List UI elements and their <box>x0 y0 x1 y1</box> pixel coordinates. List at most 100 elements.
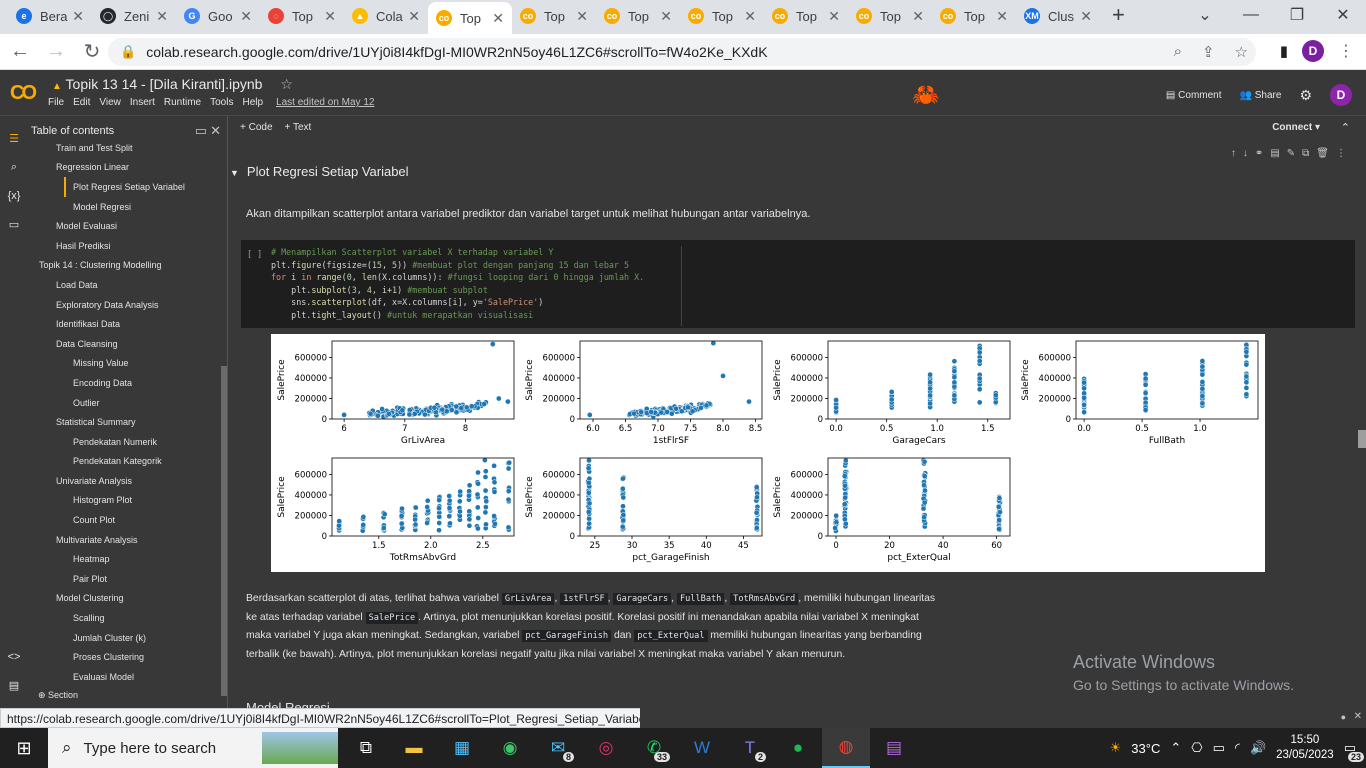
toc-scrollbar[interactable] <box>221 366 227 696</box>
toc-item[interactable]: Scalling <box>28 608 227 628</box>
delete-icon[interactable]: 🗑 <box>1316 148 1329 159</box>
browser-tab[interactable]: co Top ✕ <box>932 2 1016 30</box>
tab-close-icon[interactable]: ✕ <box>576 8 588 25</box>
browser-tab[interactable]: co Top ✕ <box>680 2 764 30</box>
menu-item-insert[interactable]: Insert <box>130 97 155 108</box>
tab-close-icon[interactable]: ✕ <box>660 8 672 25</box>
toc-item[interactable]: Plot Regresi Setiap Variabel <box>64 177 227 197</box>
tab-close-icon[interactable]: ✕ <box>72 8 84 25</box>
tab-close-icon[interactable]: ✕ <box>912 8 924 25</box>
notebook-title[interactable]: Topik 13 14 - [Dila Kiranti].ipynb <box>66 76 263 92</box>
taskbar-search-input[interactable]: ⌕ Type here to search <box>48 728 338 768</box>
code-editor[interactable]: # Menampilkan Scatterplot variabel X ter… <box>271 246 644 322</box>
restore-button[interactable]: ❐ <box>1274 0 1320 30</box>
add-text-button[interactable]: + Text <box>285 122 312 133</box>
tray-chevron-icon[interactable]: ⌃ <box>1170 740 1181 756</box>
toc-item[interactable]: Jumlah Cluster (k) <box>28 628 227 648</box>
browser-tab[interactable]: e Bera ✕ <box>8 2 92 30</box>
code-snippets-icon[interactable]: <> <box>0 651 28 663</box>
toc-item[interactable]: Histogram Plot <box>28 491 227 511</box>
tab-close-icon[interactable]: ✕ <box>744 8 756 25</box>
bookmark-star-icon[interactable]: ☆ <box>1235 43 1248 61</box>
more-options-icon[interactable]: ⋮ <box>1336 148 1346 159</box>
browser-tab[interactable]: co Top ✕ <box>428 2 512 34</box>
tab-close-icon[interactable]: ✕ <box>156 8 168 25</box>
task-view-icon[interactable]: ⧉ <box>342 728 390 768</box>
toc-item[interactable]: Evaluasi Model <box>28 667 227 687</box>
menu-item-view[interactable]: View <box>99 97 121 108</box>
toc-item[interactable]: Model Regresi <box>28 197 227 217</box>
toc-item[interactable]: Model Evaluasi <box>28 216 227 236</box>
browser-tab[interactable]: XM Clus ✕ <box>1016 2 1100 30</box>
new-tab-button[interactable]: + <box>1112 2 1125 28</box>
comment-cell-icon[interactable]: ▤ <box>1270 148 1279 159</box>
toc-item[interactable]: Outlier <box>28 393 227 413</box>
notebook-scrollbar-thumb[interactable] <box>1358 430 1366 448</box>
toc-icon[interactable]: ☰ <box>0 132 28 145</box>
close-icon[interactable]: ✕ <box>210 123 221 138</box>
browser-tab[interactable]: ▲ Cola ✕ <box>344 2 428 30</box>
browser-tab[interactable]: ◯ Zeni ✕ <box>92 2 176 30</box>
toc-item[interactable]: Topik 14 : Clustering Modelling <box>28 256 227 276</box>
menu-item-edit[interactable]: Edit <box>73 97 90 108</box>
toc-item[interactable]: Statistical Summary <box>28 412 227 432</box>
share-page-icon[interactable]: ⇪ <box>1202 43 1215 61</box>
toc-item[interactable]: Pair Plot <box>28 569 227 589</box>
comment-button[interactable]: ▤ Comment <box>1166 90 1222 101</box>
clock[interactable]: 15:50 23/05/2023 <box>1276 733 1334 763</box>
browser-tab[interactable]: ◌ Top ✕ <box>260 2 344 30</box>
section-heading[interactable]: ▼ Plot Regresi Setiap Variabel <box>230 164 409 179</box>
zoom-icon[interactable]: ⌕ <box>1174 43 1182 61</box>
edge-icon[interactable]: ◉ <box>486 728 534 768</box>
reload-button[interactable]: ↻ <box>76 36 108 68</box>
settings-gear-icon[interactable]: ⚙ <box>1299 87 1312 104</box>
collapse-header-icon[interactable]: ⌃ <box>1341 121 1350 134</box>
chrome-icon[interactable]: ◍ <box>822 728 870 768</box>
menu-item-file[interactable]: File <box>48 97 64 108</box>
browser-tab[interactable]: co Top ✕ <box>596 2 680 30</box>
spotify-icon[interactable]: ● <box>774 728 822 768</box>
toc-item[interactable]: Pendekatan Numerik <box>28 432 227 452</box>
toc-item[interactable]: Train and Test Split <box>28 138 227 158</box>
meet-now-icon[interactable]: ⎔ <box>1191 740 1202 756</box>
menu-item-tools[interactable]: Tools <box>210 97 233 108</box>
toc-item[interactable]: Data Cleansing <box>28 334 227 354</box>
tab-close-icon[interactable]: ✕ <box>324 8 336 25</box>
share-button[interactable]: 👥 Share <box>1240 90 1282 101</box>
word-icon[interactable]: W <box>678 728 726 768</box>
run-cell-button[interactable]: [ ] <box>247 248 262 261</box>
open-tab-icon[interactable]: ▭ <box>195 123 207 138</box>
toc-item[interactable]: Missing Value <box>28 354 227 374</box>
edit-icon[interactable]: ✎ <box>1287 148 1295 159</box>
browser-menu-icon[interactable]: ⋮ <box>1338 41 1354 61</box>
toc-item[interactable]: Multivariate Analysis <box>28 530 227 550</box>
move-up-icon[interactable]: ↑ <box>1231 148 1236 159</box>
colab-avatar[interactable]: D <box>1330 84 1352 106</box>
status-close-icon[interactable]: ✕ <box>1354 711 1362 722</box>
teams-icon[interactable]: T2 <box>726 728 774 768</box>
profile-avatar[interactable]: D <box>1302 40 1324 62</box>
command-palette-icon[interactable]: ▤ <box>0 679 28 692</box>
colab-logo[interactable]: CO <box>10 82 37 105</box>
add-code-button[interactable]: + Code <box>240 122 273 133</box>
link-icon[interactable]: ⚭ <box>1255 148 1263 159</box>
toc-item[interactable]: Encoding Data <box>28 373 227 393</box>
tab-close-icon[interactable]: ✕ <box>408 8 420 25</box>
search-icon[interactable]: ⌕ <box>0 161 28 174</box>
toc-item[interactable]: Univariate Analysis <box>28 471 227 491</box>
tab-search-chevron-icon[interactable]: ⌄ <box>1182 0 1228 30</box>
microsoft-store-icon[interactable]: ▦ <box>438 728 486 768</box>
mirror-cell-icon[interactable]: ⧉ <box>1302 148 1309 159</box>
last-edited-link[interactable]: Last edited on May 12 <box>276 97 374 108</box>
connect-button[interactable]: Connect ▾ <box>1272 122 1320 133</box>
browser-tab[interactable]: G Goo ✕ <box>176 2 260 30</box>
toc-item[interactable]: Identifikasi Data <box>28 314 227 334</box>
file-explorer-icon[interactable]: ▬ <box>390 728 438 768</box>
code-cell[interactable]: [ ] # Menampilkan Scatterplot variabel X… <box>241 240 1355 328</box>
forward-button[interactable]: → <box>40 36 72 68</box>
move-down-icon[interactable]: ↓ <box>1243 148 1248 159</box>
notifications-icon[interactable]: ▭ 23 <box>1344 740 1364 762</box>
tab-close-icon[interactable]: ✕ <box>240 8 252 25</box>
toc-item[interactable]: Proses Clustering <box>28 647 227 667</box>
toc-item[interactable]: Count Plot <box>28 510 227 530</box>
